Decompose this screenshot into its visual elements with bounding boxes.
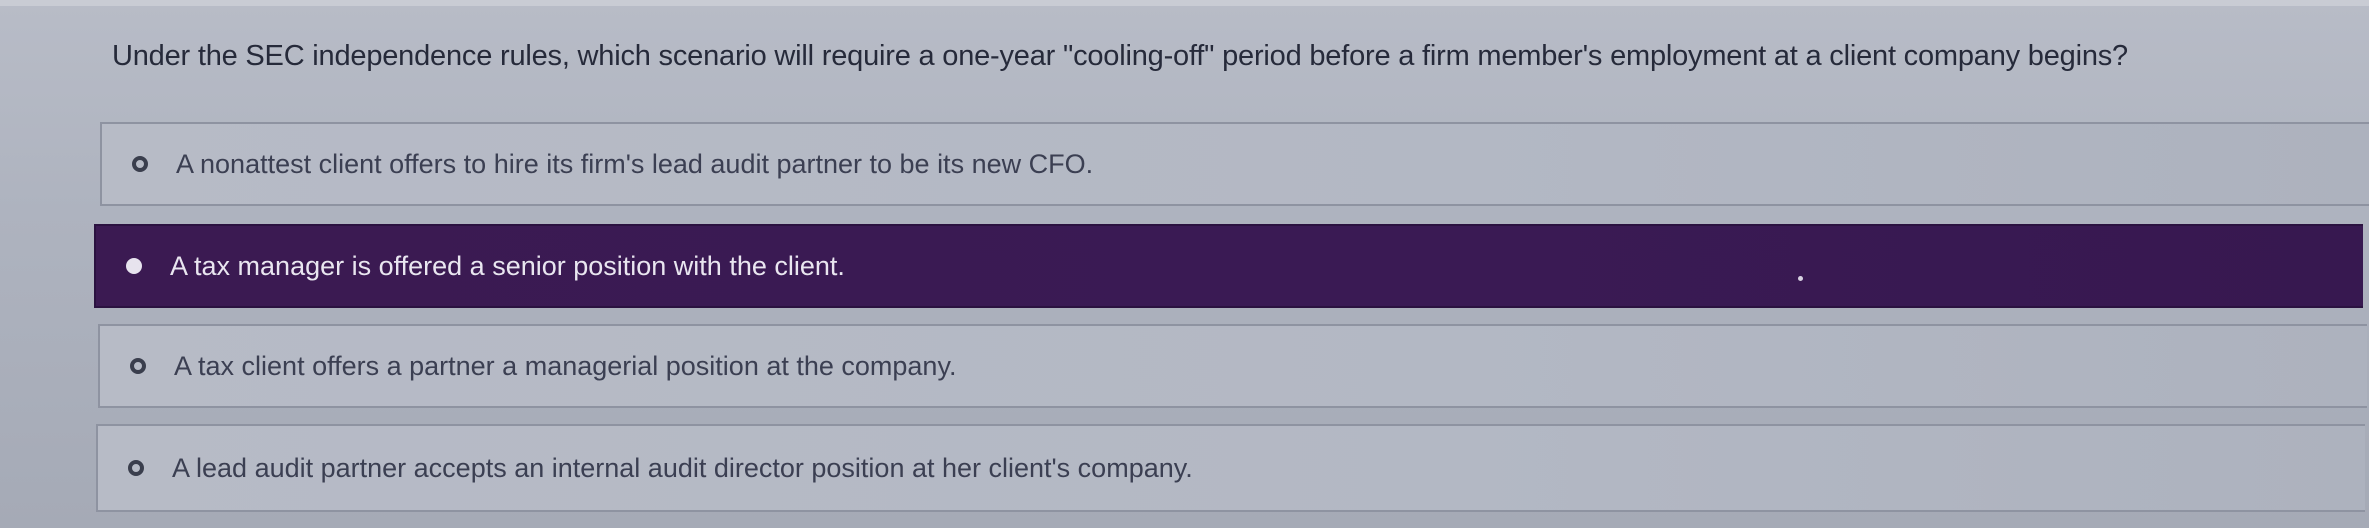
cursor-dot [1798, 276, 1803, 281]
answer-option-a[interactable]: A nonattest client offers to hire its fi… [100, 122, 2369, 206]
top-divider [0, 0, 2369, 6]
answer-option-label: A nonattest client offers to hire its fi… [176, 148, 1094, 179]
answer-option-b[interactable]: A tax manager is offered a senior positi… [94, 224, 2363, 308]
question-text: Under the SEC independence rules, which … [112, 40, 2128, 72]
answer-option-label: A lead audit partner accepts an internal… [172, 452, 1193, 483]
radio-button-icon[interactable] [130, 358, 146, 374]
answer-option-label: A tax manager is offered a senior positi… [170, 250, 845, 281]
answer-option-d[interactable]: A lead audit partner accepts an internal… [96, 424, 2365, 512]
answer-option-c[interactable]: A tax client offers a partner a manageri… [98, 324, 2367, 408]
radio-button-icon[interactable] [128, 460, 144, 476]
radio-button-selected-icon[interactable] [126, 258, 142, 274]
answer-option-label: A tax client offers a partner a manageri… [174, 350, 957, 381]
radio-button-icon[interactable] [132, 156, 148, 172]
